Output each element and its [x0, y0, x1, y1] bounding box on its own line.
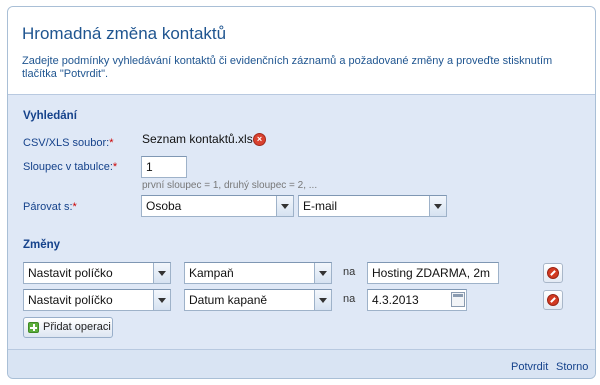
change-connector: na	[343, 293, 356, 305]
change-date-input[interactable]: 4.3.2013	[367, 289, 467, 311]
chevron-down-icon[interactable]	[314, 290, 331, 310]
file-label: CSV/XLS soubor:*	[23, 137, 114, 149]
changes-section-title: Změny	[23, 239, 61, 251]
remove-row-button[interactable]	[543, 290, 563, 310]
search-section-title: Vyhledání	[23, 110, 77, 122]
change-action-value: Nastavit políčko	[28, 266, 113, 280]
chevron-down-icon[interactable]	[153, 263, 170, 283]
change-value-input[interactable]: Hosting ZDARMA, 2m	[367, 262, 499, 284]
calendar-icon[interactable]	[451, 292, 465, 307]
confirm-button[interactable]: Potvrdit	[511, 361, 548, 373]
change-action-select[interactable]: Nastavit políčko	[23, 289, 171, 311]
column-label-text: Sloupec v tabulce:	[23, 161, 113, 173]
remove-file-icon[interactable]: ×	[253, 133, 266, 146]
pair-field-select[interactable]: E-mail	[298, 195, 447, 217]
column-label: Sloupec v tabulce:*	[23, 161, 117, 173]
change-action-value: Nastavit políčko	[28, 293, 113, 307]
add-operation-button[interactable]: Přidat operaci	[23, 317, 113, 338]
pair-label: Párovat s:*	[23, 201, 77, 213]
column-hint: první sloupec = 1, druhý sloupec = 2, ..…	[142, 180, 318, 191]
dialog-title: Hromadná změna kontaktů	[22, 24, 227, 43]
pair-label-text: Párovat s:	[23, 201, 73, 213]
change-field-value: Kampaň	[189, 266, 234, 280]
uploaded-file-name: Seznam kontaktů.xls	[142, 132, 253, 146]
change-field-select[interactable]: Datum kapaně	[184, 289, 332, 311]
file-required-mark: *	[109, 137, 114, 149]
change-field-select[interactable]: Kampaň	[184, 262, 332, 284]
remove-row-button[interactable]	[543, 263, 563, 283]
change-field-value: Datum kapaně	[189, 293, 268, 307]
pair-entity-value: Osoba	[146, 199, 182, 213]
column-input[interactable]: 1	[141, 156, 187, 178]
remove-row-icon	[547, 294, 559, 306]
column-required-mark: *	[112, 161, 118, 173]
change-date-value: 4.3.2013	[372, 293, 419, 307]
chevron-down-icon[interactable]	[153, 290, 170, 310]
cancel-button[interactable]: Storno	[556, 361, 588, 373]
file-label-text: CSV/XLS soubor:	[23, 137, 110, 149]
change-action-select[interactable]: Nastavit políčko	[23, 262, 171, 284]
pair-required-mark: *	[72, 201, 77, 213]
remove-row-icon	[547, 267, 559, 279]
change-connector: na	[343, 266, 356, 278]
dialog-footer: Potvrdit Storno	[8, 349, 595, 378]
pair-entity-select[interactable]: Osoba	[141, 195, 294, 217]
chevron-down-icon[interactable]	[314, 263, 331, 283]
dialog-description: Zadejte podmínky vyhledávání kontaktů či…	[22, 55, 553, 80]
pair-field-value: E-mail	[303, 199, 338, 213]
add-icon	[28, 322, 39, 333]
chevron-down-icon[interactable]	[276, 196, 293, 216]
add-operation-label: Přidat operaci	[43, 321, 111, 333]
chevron-down-icon[interactable]	[429, 196, 446, 216]
bulk-contact-change-dialog: Hromadná změna kontaktů Zadejte podmínky…	[7, 6, 596, 379]
dialog-header: Hromadná změna kontaktů Zadejte podmínky…	[8, 7, 595, 95]
